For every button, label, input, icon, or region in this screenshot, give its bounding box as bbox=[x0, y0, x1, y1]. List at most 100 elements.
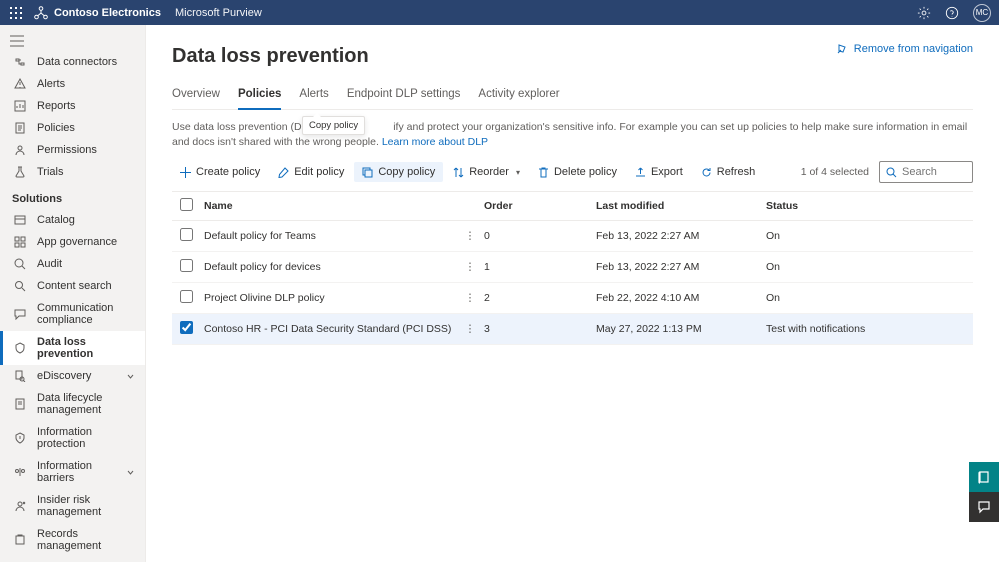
sidebar-item-dlp[interactable]: Data loss prevention bbox=[0, 331, 145, 365]
sidebar-item-data-lifecycle[interactable]: Data lifecycle management bbox=[0, 387, 145, 421]
table-row[interactable]: Contoso HR - PCI Data Security Standard … bbox=[172, 314, 973, 345]
chat-icon bbox=[977, 500, 991, 514]
reorder-button[interactable]: Reorder ▾ bbox=[445, 162, 528, 182]
row-more-icon[interactable]: ⋮ bbox=[460, 283, 480, 314]
cell-order: 3 bbox=[480, 314, 592, 345]
edit-policy-button[interactable]: Edit policy bbox=[270, 162, 352, 182]
row-checkbox[interactable] bbox=[180, 228, 193, 241]
ediscovery-icon bbox=[13, 370, 27, 382]
book-icon bbox=[977, 470, 991, 484]
cell-name: Contoso HR - PCI Data Security Standard … bbox=[200, 314, 460, 345]
sidebar-item-information-barriers[interactable]: Information barriers bbox=[0, 455, 145, 489]
delete-policy-button[interactable]: Delete policy bbox=[530, 162, 625, 182]
sidebar-item-catalog[interactable]: Catalog bbox=[0, 209, 145, 231]
audit-icon bbox=[13, 258, 27, 270]
chevron-down-icon: ▾ bbox=[516, 168, 520, 177]
remove-from-nav-link[interactable]: Remove from navigation bbox=[836, 43, 973, 55]
table-row[interactable]: Project Olivine DLP policy⋮2Feb 22, 2022… bbox=[172, 283, 973, 314]
settings-gear-icon[interactable] bbox=[917, 6, 931, 20]
brand-name[interactable]: Contoso Electronics bbox=[54, 7, 161, 19]
floating-actions bbox=[969, 462, 999, 522]
permissions-icon bbox=[13, 144, 27, 156]
sidebar-item-policies[interactable]: Policies bbox=[0, 117, 145, 139]
sidebar-item-label: Data lifecycle management bbox=[37, 392, 135, 416]
table-row[interactable]: Default policy for Teams⋮0Feb 13, 2022 2… bbox=[172, 221, 973, 252]
user-avatar[interactable]: MC bbox=[973, 4, 991, 22]
sidebar-item-records[interactable]: Records management bbox=[0, 523, 145, 557]
app-launcher-icon[interactable] bbox=[8, 7, 24, 19]
sidebar-item-reports[interactable]: Reports bbox=[0, 95, 145, 117]
policies-table: Name Order Last modified Status Default … bbox=[172, 191, 973, 345]
tab-overview[interactable]: Overview bbox=[172, 82, 220, 109]
search-box[interactable] bbox=[879, 161, 973, 183]
chevron-down-icon bbox=[126, 468, 135, 477]
content-search-icon bbox=[13, 280, 27, 292]
cell-last-modified: Feb 13, 2022 2:27 AM bbox=[592, 221, 762, 252]
cell-status: On bbox=[762, 252, 973, 283]
sidebar-item-ediscovery[interactable]: eDiscovery bbox=[0, 365, 145, 387]
row-more-icon[interactable]: ⋮ bbox=[460, 252, 480, 283]
cell-status: On bbox=[762, 283, 973, 314]
sidebar-item-insider-risk[interactable]: Insider risk management bbox=[0, 489, 145, 523]
sidebar-item-app-governance[interactable]: App governance bbox=[0, 231, 145, 253]
tab-endpoint-dlp-settings[interactable]: Endpoint DLP settings bbox=[347, 82, 461, 109]
select-all-checkbox[interactable] bbox=[180, 198, 193, 211]
sidebar-item-label: Information barriers bbox=[37, 460, 116, 484]
tab-alerts[interactable]: Alerts bbox=[299, 82, 328, 109]
search-input[interactable] bbox=[902, 166, 966, 178]
copy-policy-button[interactable]: Copy policy bbox=[354, 162, 443, 182]
col-header-name[interactable]: Name bbox=[200, 192, 460, 221]
plus-icon bbox=[180, 167, 191, 178]
sidebar-item-label: Data loss prevention bbox=[37, 336, 135, 360]
sidebar-item-permissions[interactable]: Permissions bbox=[0, 139, 145, 161]
sidebar-item-communication-compliance[interactable]: Communication compliance bbox=[0, 297, 145, 331]
sidebar-item-label: Reports bbox=[37, 100, 76, 112]
row-checkbox[interactable] bbox=[180, 290, 193, 303]
sidebar-item-information-protection[interactable]: Information protection bbox=[0, 421, 145, 455]
learn-more-link[interactable]: Learn more about DLP bbox=[382, 136, 488, 148]
cell-name: Default policy for Teams bbox=[200, 221, 460, 252]
col-header-last-modified[interactable]: Last modified bbox=[592, 192, 762, 221]
tab-list: Overview Policies Alerts Endpoint DLP setti… bbox=[172, 82, 973, 110]
refresh-icon bbox=[701, 167, 712, 178]
product-name[interactable]: Microsoft Purview bbox=[175, 7, 262, 19]
table-row[interactable]: Default policy for devices⋮1Feb 13, 2022… bbox=[172, 252, 973, 283]
reorder-icon bbox=[453, 167, 464, 178]
cmd-label: Refresh bbox=[717, 166, 756, 178]
sidebar-item-label: Permissions bbox=[37, 144, 97, 156]
sidebar-item-label: Communication compliance bbox=[37, 302, 135, 326]
sidebar-section-header: Solutions bbox=[0, 183, 145, 209]
create-policy-button[interactable]: Create policy bbox=[172, 162, 268, 182]
export-icon bbox=[635, 167, 646, 178]
tab-activity-explorer[interactable]: Activity explorer bbox=[478, 82, 559, 109]
cell-order: 0 bbox=[480, 221, 592, 252]
app-governance-icon bbox=[13, 236, 27, 248]
feedback-button[interactable] bbox=[969, 492, 999, 522]
sidebar-item-audit[interactable]: Audit bbox=[0, 253, 145, 275]
sidebar-item-data-connectors[interactable]: Data connectors bbox=[0, 51, 145, 73]
alerts-icon bbox=[13, 78, 27, 90]
dlp-icon bbox=[13, 342, 27, 354]
sidebar-item-label: Data connectors bbox=[37, 56, 117, 68]
tab-policies[interactable]: Policies bbox=[238, 82, 281, 110]
row-checkbox[interactable] bbox=[180, 321, 193, 334]
sidebar-item-trials[interactable]: Trials bbox=[0, 161, 145, 183]
reports-icon bbox=[13, 100, 27, 112]
help-icon[interactable] bbox=[945, 6, 959, 20]
col-header-order[interactable]: Order bbox=[480, 192, 592, 221]
sidebar-item-content-search[interactable]: Content search bbox=[0, 275, 145, 297]
refresh-button[interactable]: Refresh bbox=[693, 162, 764, 182]
row-checkbox[interactable] bbox=[180, 259, 193, 272]
sidebar-item-alerts[interactable]: Alerts bbox=[0, 73, 145, 95]
sidebar-item-label: Information protection bbox=[37, 426, 135, 450]
row-more-icon[interactable]: ⋮ bbox=[460, 314, 480, 345]
row-more-icon[interactable]: ⋮ bbox=[460, 221, 480, 252]
communication-compliance-icon bbox=[13, 308, 27, 320]
sidebar-toggle-icon[interactable] bbox=[0, 31, 145, 51]
col-header-status[interactable]: Status bbox=[762, 192, 973, 221]
book-help-button[interactable] bbox=[969, 462, 999, 492]
sidebar-item-privacy-risk[interactable]: Privacy risk management bbox=[0, 557, 145, 562]
export-button[interactable]: Export bbox=[627, 162, 691, 182]
sidebar-item-label: Catalog bbox=[37, 214, 75, 226]
cell-status: On bbox=[762, 221, 973, 252]
